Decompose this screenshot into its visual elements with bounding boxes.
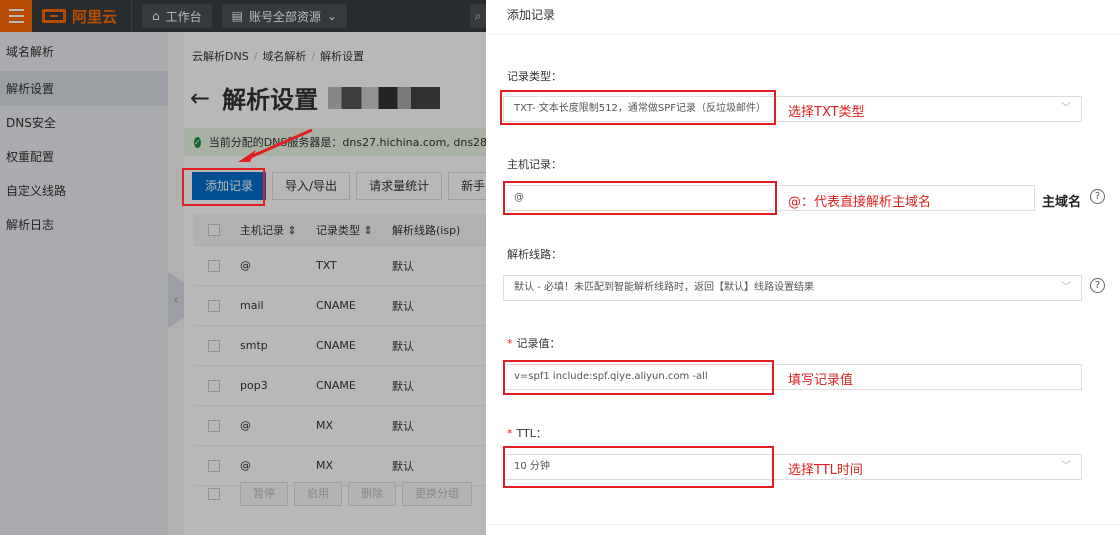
record-type-label: 记录类型： — [507, 70, 562, 83]
record-value-label: * 记录值： — [507, 337, 561, 350]
host-record-suffix: 主域名 — [1042, 195, 1082, 210]
ttl-highlight — [503, 446, 774, 488]
required-marker: * — [507, 337, 513, 350]
resolve-line-select[interactable]: 默认 - 必填！未匹配到智能解析线路时，返回【默认】线路设置结果 ﹀ — [503, 275, 1082, 301]
drawer-title: 添加记录 — [507, 8, 556, 22]
resolve-line-label: 解析线路： — [507, 248, 562, 261]
help-icon[interactable]: ? — [1090, 189, 1105, 204]
ttl-annotation: 选择TTL时间 — [788, 463, 863, 478]
record-value-annotation: 填写记录值 — [788, 373, 854, 388]
drawer-footer-divider — [486, 524, 1119, 525]
chevron-down-icon: ﹀ — [1061, 461, 1071, 472]
record-value-highlight — [503, 360, 774, 395]
required-marker: * — [507, 427, 513, 440]
annotation-arrow-icon — [238, 128, 313, 162]
help-icon[interactable]: ? — [1090, 278, 1105, 293]
add-record-highlight — [182, 168, 265, 206]
host-record-label: 主机记录： — [507, 158, 562, 171]
add-record-drawer: 添加记录 记录类型： TXT- 文本长度限制512，通常做SPF记录（反垃圾邮件… — [486, 0, 1119, 535]
ttl-label: * TTL： — [507, 427, 547, 440]
drawer-divider — [486, 34, 1119, 35]
record-type-highlight — [500, 90, 776, 125]
chevron-down-icon: ﹀ — [1061, 282, 1071, 293]
chevron-down-icon: ﹀ — [1061, 103, 1071, 114]
host-record-annotation: @：代表直接解析主域名 — [788, 195, 932, 210]
host-record-highlight — [503, 181, 777, 215]
record-type-annotation: 选择TXT类型 — [788, 105, 865, 120]
modal-overlay[interactable] — [0, 0, 486, 535]
